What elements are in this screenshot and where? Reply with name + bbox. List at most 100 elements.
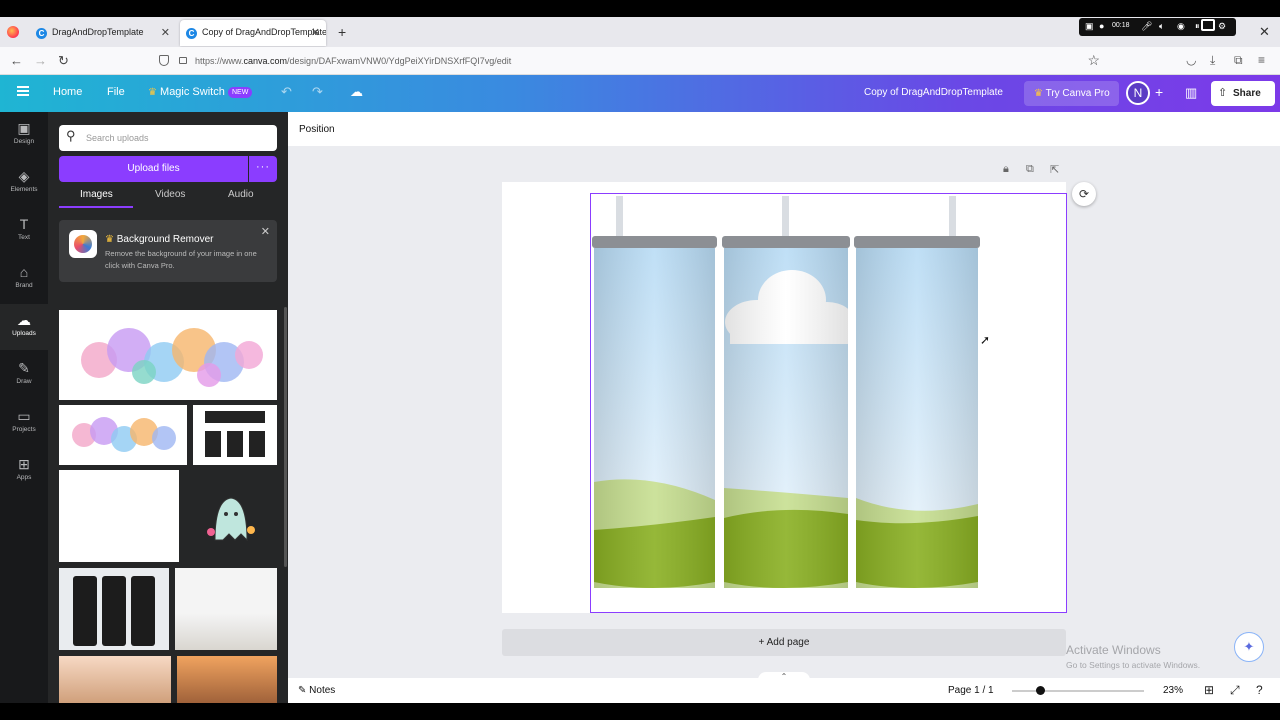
reload-icon[interactable]: ↻	[58, 53, 69, 69]
upload-thumbnail-ghost[interactable]	[185, 470, 277, 562]
lock-icon[interactable]: 🔒︎	[1003, 163, 1009, 176]
help-icon[interactable]: ?	[1256, 683, 1263, 697]
background-remover-icon	[69, 230, 97, 258]
upload-thumbnail-tumbler-mockup[interactable]	[193, 405, 277, 465]
browser-tab-1[interactable]: C DragAndDropTemplate ✕	[30, 20, 176, 46]
upload-thumbnail-floral-wide[interactable]	[59, 310, 277, 400]
upload-files-button[interactable]: Upload files	[59, 156, 248, 182]
upload-thumbnail-blank[interactable]	[59, 470, 179, 562]
address-bar[interactable]: https://www.canva.com/design/DAFxwamVNW0…	[153, 50, 1108, 72]
pocket-icon[interactable]: ◡	[1186, 53, 1196, 67]
selection-frame[interactable]	[590, 193, 1067, 613]
rail-item-design[interactable]: ▣ Design	[0, 112, 48, 158]
duplicate-page-icon[interactable]: ⧉	[1026, 163, 1034, 176]
page-indicator[interactable]: Page 1 / 1	[948, 685, 994, 696]
background-remover-promo[interactable]: ♛ Background Remover Remove the backgrou…	[59, 220, 277, 282]
tab-audio[interactable]: Audio	[228, 189, 254, 200]
insights-chart-icon[interactable]: ▥	[1185, 85, 1197, 101]
rail-item-elements[interactable]: ◈ Elements	[0, 160, 48, 206]
chevron-up-icon[interactable]: ⌃	[758, 672, 810, 682]
new-tab-button[interactable]: +	[338, 24, 346, 40]
canva-favicon-icon: C	[186, 28, 197, 39]
forward-arrow-icon[interactable]: →	[34, 53, 47, 68]
upload-thumbnail-black-tumblers[interactable]	[59, 568, 169, 650]
close-tab-icon[interactable]: ✕	[161, 26, 170, 39]
browser-tab-2[interactable]: C Copy of DragAndDropTemplate ✕	[180, 20, 326, 46]
camera-icon[interactable]: ▣	[1085, 21, 1094, 32]
rail-item-draw[interactable]: ✎ Draw	[0, 352, 48, 398]
url-text[interactable]: https://www.canva.com/design/DAFxwamVNW0…	[195, 56, 511, 66]
lock-icon[interactable]	[179, 57, 187, 64]
browser-tab-strip: C DragAndDropTemplate ✕ C Copy of DragAn…	[0, 17, 1280, 47]
notes-button[interactable]: ✎ Notes	[298, 685, 335, 696]
rail-item-text[interactable]: T Text	[0, 208, 48, 254]
promo-description: Remove the background of your image in o…	[105, 249, 257, 270]
settings-gear-icon[interactable]: ⚙	[1218, 21, 1226, 32]
new-badge: NEW	[228, 87, 253, 98]
upload-thumbnail-floral-small[interactable]	[59, 405, 187, 465]
tracking-shield-icon[interactable]	[159, 55, 169, 66]
webcam-icon[interactable]: ◉	[1177, 21, 1185, 32]
add-collaborator-icon[interactable]: +	[1155, 84, 1163, 100]
folder-icon: ▭	[17, 408, 31, 424]
layout-icon: ▣	[17, 120, 31, 136]
black-tumblers-image	[205, 411, 265, 457]
download-icon[interactable]: ⤓	[1210, 53, 1215, 68]
rail-item-brand[interactable]: ⌂ Brand	[0, 256, 48, 302]
menu-icon[interactable]: ≡	[1258, 53, 1265, 67]
ghost-sticker-image	[207, 497, 255, 542]
share-button[interactable]: ⇧ Share	[1211, 81, 1275, 106]
rotate-icon[interactable]: ⟳	[1072, 182, 1096, 206]
magic-switch-button[interactable]: ♛ Magic Switch	[148, 86, 225, 98]
back-arrow-icon[interactable]: ←	[10, 53, 23, 68]
pause-icon[interactable]: ⏸︎	[1195, 21, 1200, 32]
add-page-button[interactable]: + Add page	[502, 629, 1066, 656]
upload-thumbnail-bokeh-table[interactable]	[59, 656, 171, 703]
bookmark-star-icon[interactable]: ☆	[1087, 52, 1100, 69]
microphone-icon[interactable]: 🎤︎	[1141, 21, 1152, 32]
floral-image	[72, 417, 176, 452]
more-options-icon[interactable]: ···	[249, 156, 277, 182]
window-minimize-icon[interactable]	[1201, 19, 1215, 31]
hamburger-menu-icon[interactable]	[17, 86, 29, 96]
speaker-icon[interactable]: 🔈︎	[1159, 21, 1164, 32]
zoom-percentage[interactable]: 23%	[1163, 685, 1183, 696]
window-close-icon[interactable]: ✕	[1259, 24, 1270, 40]
upload-thumbnail-cafe-table[interactable]	[177, 656, 277, 703]
search-input[interactable]: ⚲ Search uploads	[59, 125, 277, 151]
upload-thumbnail-marble-table[interactable]	[175, 568, 277, 650]
redo-icon[interactable]: ↷	[312, 84, 323, 100]
position-button[interactable]: Position	[299, 124, 335, 135]
zoom-slider-handle[interactable]	[1036, 686, 1045, 695]
avatar[interactable]: N	[1126, 81, 1150, 105]
notes-icon: ✎	[298, 685, 307, 696]
record-icon[interactable]: ●	[1099, 21, 1104, 31]
rail-item-apps[interactable]: ⊞ Apps	[0, 448, 48, 494]
undo-icon[interactable]: ↶	[281, 84, 292, 100]
close-tab-icon[interactable]: ✕	[311, 26, 320, 39]
editor-area: Position 🔒︎ ⧉ ⇱ ⟳ ➚ + Add page Activate …	[288, 112, 1280, 703]
browser-nav-bar: ← → ↻ https://www.canva.com/design/DAFxw…	[0, 47, 1280, 75]
grid-view-icon[interactable]: ⊞	[1204, 683, 1214, 697]
file-menu-button[interactable]: File	[107, 86, 125, 98]
zoom-slider[interactable]	[1012, 690, 1144, 692]
tab-videos[interactable]: Videos	[155, 189, 185, 200]
home-button[interactable]: Home	[53, 86, 82, 98]
extensions-icon[interactable]: ⧉	[1234, 53, 1243, 68]
apps-grid-icon: ⊞	[18, 456, 30, 472]
close-icon[interactable]: ✕	[261, 225, 270, 238]
brand-icon: ⌂	[19, 264, 29, 280]
cloud-saved-icon[interactable]: ☁	[350, 84, 363, 100]
rail-item-uploads[interactable]: ☁ Uploads	[0, 304, 48, 350]
try-canva-pro-button[interactable]: ♛ Try Canva Pro	[1024, 81, 1119, 106]
add-page-icon[interactable]: ⇱	[1050, 163, 1059, 176]
editor-footer: ⌃ ✎ Notes Page 1 / 1 23% ⊞ ⤢ ?	[288, 672, 1280, 703]
rail-item-projects[interactable]: ▭ Projects	[0, 400, 48, 446]
active-tab-indicator	[59, 206, 133, 208]
fullscreen-icon[interactable]: ⤢	[1230, 683, 1240, 698]
tab-images[interactable]: Images	[80, 189, 113, 200]
magic-assistant-icon[interactable]: ✦	[1234, 632, 1264, 662]
left-rail: ▣ Design ◈ Elements T Text ⌂ Brand ☁ Upl…	[0, 112, 48, 703]
document-title[interactable]: Copy of DragAndDropTemplate	[864, 87, 1003, 98]
crown-icon: ♛	[148, 87, 157, 98]
